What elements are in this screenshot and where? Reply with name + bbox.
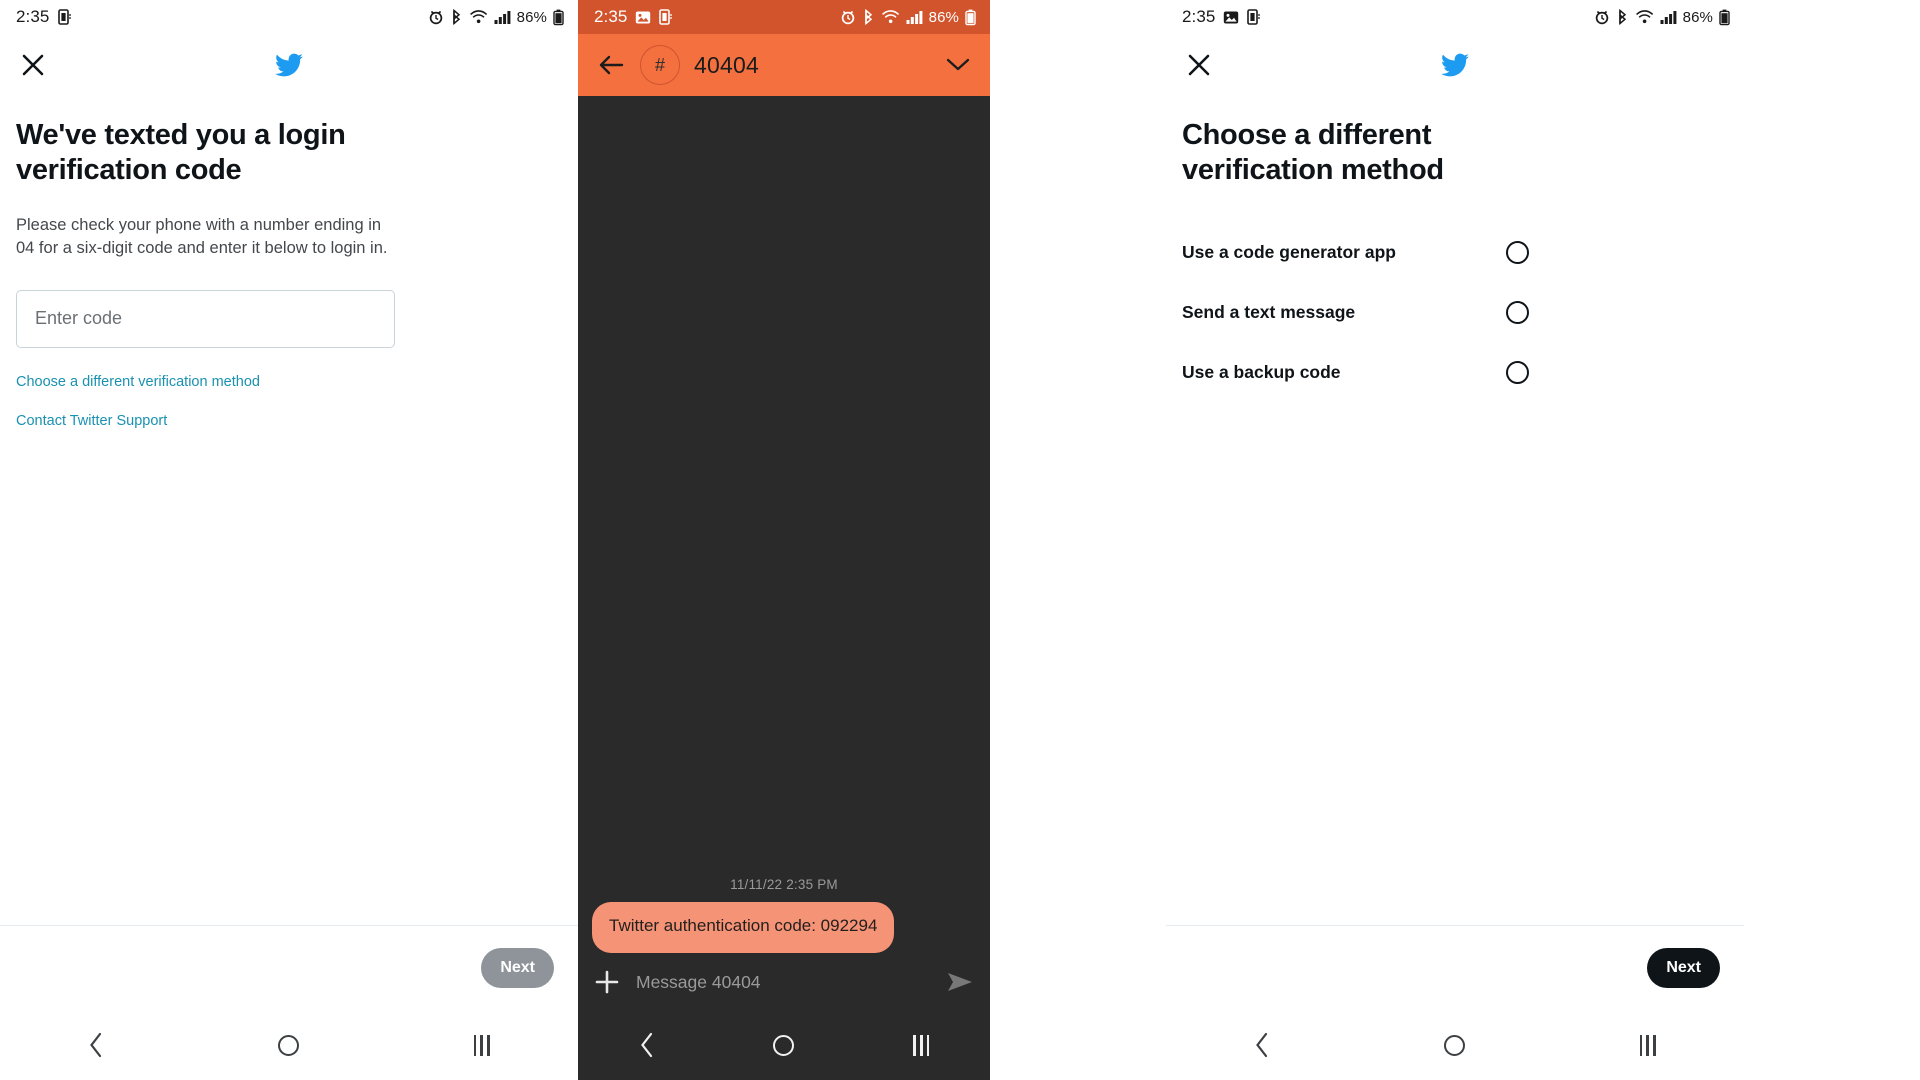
image-icon (635, 10, 651, 25)
method-option-text-message[interactable]: Send a text message (1182, 283, 1529, 343)
page-title: Choose a different verification method (1182, 119, 1444, 187)
status-time: 2:35 (16, 7, 50, 26)
panel-divider-gap (990, 0, 1166, 1080)
method-option-code-generator[interactable]: Use a code generator app (1182, 223, 1529, 283)
android-navbar-panel2 (578, 1010, 990, 1080)
battery-percent-label: 86% (928, 8, 959, 26)
status-bar-left: 2:35 (1182, 7, 1261, 27)
home-icon[interactable] (254, 1022, 324, 1068)
sim-card-icon (658, 8, 673, 26)
radio-button[interactable] (1506, 301, 1529, 325)
bluetooth-icon (450, 8, 463, 26)
bluetooth-icon (1616, 8, 1629, 26)
status-bar-left: 2:35 (16, 7, 72, 27)
panel-sms-conversation: 2:35 86% # 40404 11/11/22 2:35 PM Twitte… (578, 0, 990, 1080)
avatar[interactable]: # (640, 45, 680, 85)
radio-button[interactable] (1506, 241, 1529, 265)
home-icon[interactable] (1420, 1022, 1490, 1068)
status-bar-panel1: 2:35 86% (0, 0, 578, 34)
status-bar-right: 86% (840, 8, 976, 26)
chevron-down-icon[interactable] (942, 49, 974, 81)
next-button[interactable]: Next (481, 948, 554, 988)
wifi-icon (469, 9, 488, 25)
sms-thread: 11/11/22 2:35 PM Twitter authentication … (578, 96, 990, 1010)
sim-card-icon (1246, 8, 1261, 26)
status-bar-panel2: 2:35 86% (578, 0, 990, 34)
option-label: Use a backup code (1182, 362, 1341, 383)
wifi-icon (1635, 9, 1654, 25)
twitter-body-panel1: We've texted you a login verification co… (0, 96, 578, 430)
sms-compose-bar: Message 40404 (578, 954, 990, 1010)
recents-icon[interactable] (1613, 1022, 1683, 1068)
plus-icon[interactable] (592, 967, 622, 997)
battery-icon (1719, 9, 1730, 26)
sms-appbar: # 40404 (578, 34, 990, 96)
option-label: Use a code generator app (1182, 242, 1396, 263)
alarm-icon (840, 9, 856, 25)
image-icon (1223, 10, 1239, 25)
recents-icon[interactable] (886, 1022, 956, 1068)
code-input[interactable]: Enter code (16, 289, 395, 348)
wifi-icon (881, 9, 900, 25)
close-icon[interactable] (1182, 48, 1216, 82)
status-time: 2:35 (1182, 7, 1216, 26)
battery-percent-label: 86% (516, 8, 547, 26)
footer-panel3: Next (1166, 925, 1744, 1010)
contact-support-link[interactable]: Contact Twitter Support (16, 413, 167, 429)
incoming-message-row: Twitter authentication code: 092294 (578, 902, 990, 953)
message-input[interactable]: Message 40404 (636, 972, 930, 993)
back-icon[interactable] (61, 1022, 131, 1068)
back-icon[interactable] (1227, 1022, 1297, 1068)
sim-card-icon (57, 8, 72, 26)
panel-twitter-verification: 2:35 86% We've texted you a login verifi… (0, 0, 578, 1080)
twitter-body-panel3: Choose a different verification method U… (1166, 96, 1744, 403)
status-bar-panel3: 2:35 86% (1166, 0, 1744, 34)
battery-icon (965, 9, 976, 26)
radio-button[interactable] (1506, 361, 1529, 385)
choose-different-method-link[interactable]: Choose a different verification method (16, 374, 260, 390)
close-icon[interactable] (16, 48, 50, 82)
twitter-appbar-panel3 (1166, 34, 1744, 96)
status-bar-right: 86% (1594, 8, 1730, 26)
option-label: Send a text message (1182, 302, 1356, 323)
alarm-icon (428, 9, 444, 25)
message-timestamp: 11/11/22 2:35 PM (730, 877, 838, 893)
twitter-appbar-panel1 (0, 34, 578, 96)
twitter-bird-icon (272, 48, 306, 82)
arrow-back-icon[interactable] (596, 50, 626, 80)
battery-percent-label: 86% (1682, 8, 1713, 26)
page-subtext: Please check your phone with a number en… (16, 215, 388, 258)
status-time: 2:35 (594, 7, 628, 26)
method-option-backup-code[interactable]: Use a backup code (1182, 343, 1529, 403)
signal-icon (1660, 9, 1677, 25)
message-bubble[interactable]: Twitter authentication code: 092294 (592, 902, 895, 953)
android-navbar-panel3 (1166, 1010, 1744, 1080)
page-title: We've texted you a login verification co… (16, 119, 346, 187)
status-bar-left: 2:35 (594, 7, 673, 27)
alarm-icon (1594, 9, 1610, 25)
panel-twitter-method-choice: 2:35 86% Choose a different verification… (1166, 0, 1744, 1080)
signal-icon (494, 9, 511, 25)
send-icon[interactable] (944, 966, 976, 998)
status-bar-right: 86% (428, 8, 564, 26)
code-input-placeholder: Enter code (35, 308, 123, 329)
signal-icon (906, 9, 923, 25)
next-button[interactable]: Next (1647, 948, 1720, 988)
recents-icon[interactable] (447, 1022, 517, 1068)
android-navbar-panel1 (0, 1010, 578, 1080)
back-icon[interactable] (612, 1022, 682, 1068)
twitter-bird-icon (1438, 48, 1472, 82)
footer-panel1: Next (0, 925, 578, 1010)
conversation-title: 40404 (694, 51, 759, 78)
home-icon[interactable] (749, 1022, 819, 1068)
bluetooth-icon (862, 8, 875, 26)
three-panel-screenshot: 2:35 86% We've texted you a login verifi… (0, 0, 1920, 1080)
verification-method-list: Use a code generator app Send a text mes… (1182, 223, 1529, 403)
battery-icon (553, 9, 564, 26)
